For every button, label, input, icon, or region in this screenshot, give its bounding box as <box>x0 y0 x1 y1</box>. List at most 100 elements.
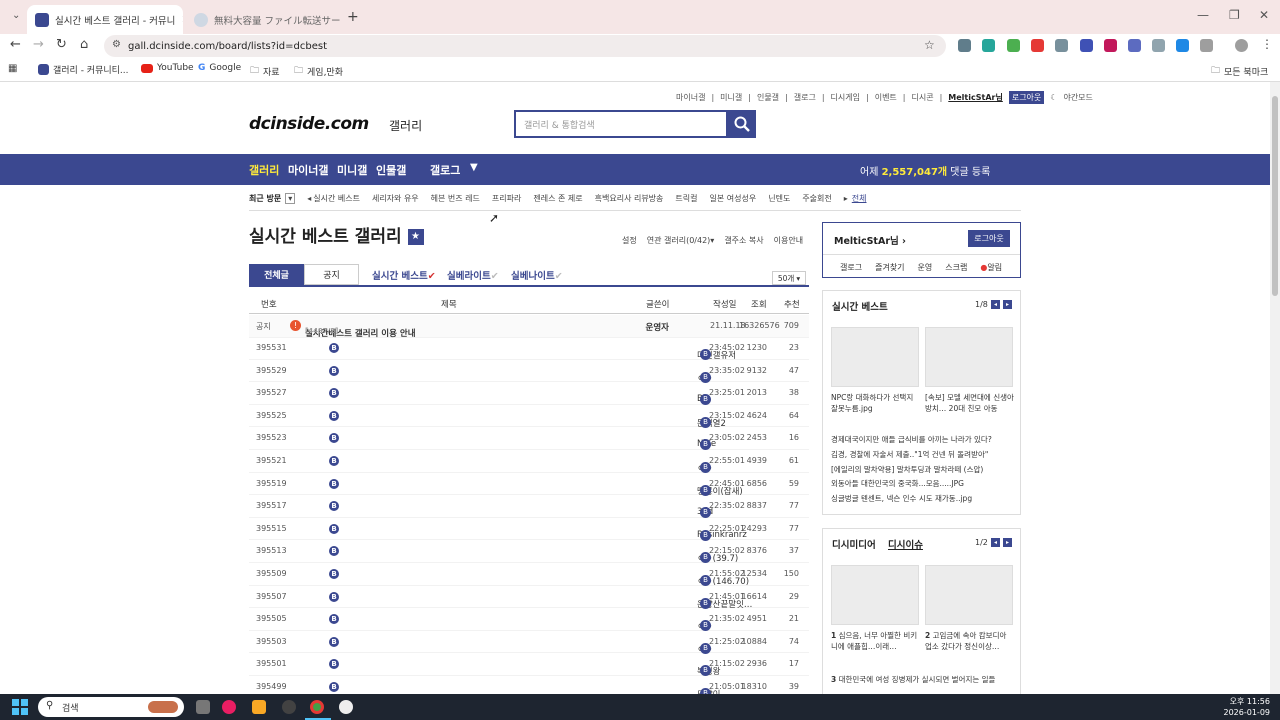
table-row[interactable]: 395503B[싱갤] 불교불교…조선시대의 불교 스폰서들… [85]ㅇㅇB2… <box>249 631 809 655</box>
thumbnail-image[interactable] <box>925 565 1013 625</box>
guide-link[interactable]: 이용안내 <box>774 235 803 246</box>
search-button[interactable] <box>727 110 756 138</box>
menu-alarm[interactable]: ●알림 <box>980 262 1002 273</box>
sub-tab-realtime[interactable]: 실시간 베스트✔ <box>372 268 436 282</box>
dark-mode-toggle[interactable]: 야간모드 <box>1063 92 1092 103</box>
best-list-item[interactable]: 싱글벙글 텐센트, 넥슨 인수 시도 재가동..jpg <box>831 492 1015 507</box>
nav-minor[interactable]: 마이너갤 <box>288 162 328 178</box>
table-row[interactable]: 395523B[야갤] 이란 민심 폭발·혁명수비대 투입…정권 위기 [83]… <box>249 427 809 451</box>
notice-row[interactable]: 공지 ! 실시간베스트 갤러리 이용 안내 [4497/2] 운영자 21.11… <box>249 315 809 339</box>
extension-icon[interactable] <box>982 39 995 52</box>
nav-more-icon[interactable]: ▼ <box>470 162 478 173</box>
related-gallery-link[interactable]: 연관 갤러리(0/42)▾ <box>647 235 715 246</box>
prev-icon[interactable]: ◂ <box>307 194 311 203</box>
browser-tab-active[interactable]: 실시간 베스트 갤러리 - 커뮤니 ✕ <box>27 5 183 34</box>
chrome-icon[interactable] <box>310 700 324 714</box>
thumbnail-image[interactable] <box>831 327 919 387</box>
site-logo[interactable]: dcinside.com <box>249 114 369 134</box>
extension-icon[interactable] <box>1080 39 1093 52</box>
new-tab-icon[interactable]: + <box>347 9 359 25</box>
table-row[interactable]: 395519B[야갤] NPC랑 대화하다가 선택지 잘못누름.jpg [98]… <box>249 473 809 497</box>
task-view-icon[interactable] <box>196 700 210 714</box>
extension-icon[interactable] <box>1007 39 1020 52</box>
extension-icon[interactable] <box>958 39 971 52</box>
bookmark-folder-game[interactable]: 🗀 게임,만화 <box>294 63 343 79</box>
table-row[interactable]: 395507B[특갤] 재미나이 무서워서 못쓰겠다 [223]운양산끝말잇…B… <box>249 586 809 610</box>
next-icon[interactable]: ▸ <box>844 194 848 203</box>
recent-item[interactable]: 일본 여성성우 <box>710 193 757 204</box>
extension-icon[interactable] <box>1104 39 1117 52</box>
thumbnail-image[interactable] <box>831 565 919 625</box>
recent-item[interactable]: 주술회전 <box>802 193 831 204</box>
taskbar-search[interactable]: ⚲ 검색 <box>38 697 184 717</box>
bookmark-gallery[interactable]: 갤러리 - 커뮤니티... <box>38 63 129 76</box>
tab-search-icon[interactable]: ⌄ <box>12 10 20 21</box>
app-icon[interactable] <box>282 700 296 714</box>
recent-item[interactable]: 헤븐 번즈 레드 <box>431 193 480 204</box>
next-page-icon[interactable]: ▸ <box>1003 538 1012 547</box>
recent-item[interactable]: 닌텐도 <box>768 193 790 204</box>
table-row[interactable]: 395531B[더갤] 윤 어저인 2300명 집회 신고 "20명도 안와서 … <box>249 337 809 361</box>
recent-item[interactable]: 젠레스 존 제로 <box>533 193 582 204</box>
table-row[interactable]: 395521B[싱갤] 싱글벙글 고양이 키우면 좋은 점 [87]ㅇㅇB22:… <box>249 450 809 474</box>
top-menu-link[interactable]: 미니갤 <box>720 92 742 103</box>
table-row[interactable]: 395513B[흑갤] 넷플 top7 진출자들 공식 인터뷰 떴네 [68]ㅇ… <box>249 540 809 564</box>
table-row[interactable]: 395509B[의갤] 의사놈들이 사이코패스인 이유.jpg [373]ㅇㅇ(… <box>249 563 809 587</box>
recent-all-link[interactable]: 전체 <box>852 193 867 204</box>
windows-start-icon[interactable] <box>12 699 28 715</box>
extensions-puzzle-icon[interactable] <box>1200 39 1213 52</box>
maximize-icon[interactable]: ❐ <box>1229 8 1240 22</box>
thumbnail-image[interactable] <box>925 327 1013 387</box>
dropdown-icon[interactable]: ▾ <box>285 192 296 204</box>
extension-icon[interactable] <box>1176 39 1189 52</box>
bookmark-star-icon[interactable]: ☆ <box>924 38 935 52</box>
bookmark-youtube[interactable]: YouTube <box>141 63 194 73</box>
thumb-caption[interactable]: [속보] 모델 세면대에 신생아 방치… 20대 친모 아동 <box>925 392 1015 414</box>
copilot-icon[interactable] <box>222 700 236 714</box>
file-explorer-icon[interactable] <box>252 700 266 714</box>
tab-all-posts[interactable]: 전체글 <box>249 264 304 285</box>
logo-subtitle[interactable]: 갤러리 <box>389 117 422 134</box>
media-item[interactable]: 2 고임금에 속아 캄보디아 업소 갔다가 정신이상… <box>925 630 1015 652</box>
forward-icon[interactable]: → <box>33 37 44 52</box>
recent-item[interactable]: 트릭컬 <box>675 193 697 204</box>
browser-menu-icon[interactable]: ⋮ <box>1261 37 1273 51</box>
profile-avatar[interactable] <box>1235 39 1248 52</box>
table-row[interactable]: 395505B[이갤] '악플 고소' 손담비, '성범죄' 시동생과 같은 변… <box>249 608 809 632</box>
bookmark-google[interactable]: G Google <box>198 63 241 73</box>
next-page-icon[interactable]: ▸ <box>1003 300 1012 309</box>
best-list-item[interactable]: 외동아들 대한민국의 중국화...모음.....JPG <box>831 477 1015 492</box>
menu-gallog[interactable]: 갤로그 <box>840 262 862 273</box>
all-bookmarks[interactable]: 🗀 모든 북마크 <box>1211 63 1268 79</box>
recent-item[interactable]: 프리파라 <box>492 193 521 204</box>
logout-button[interactable]: 로그아웃 <box>1008 91 1045 104</box>
top-menu-link[interactable]: 인물갤 <box>757 92 779 103</box>
nav-person[interactable]: 인물갤 <box>376 162 406 178</box>
back-icon[interactable]: ← <box>10 37 21 52</box>
home-icon[interactable]: ⌂ <box>80 37 88 52</box>
table-row[interactable]: 395525B[중갤] 속보) 재판부 13일 추가기일 제안 [106]문석열… <box>249 405 809 429</box>
best-list-item[interactable]: [에일리의 말차약용] 말차투딩과 말차라떼 (스압) <box>831 463 1015 478</box>
menu-favorites[interactable]: 즐겨찾기 <box>875 262 904 273</box>
top-menu-link[interactable]: 마이너갤 <box>676 92 705 103</box>
best-list-item[interactable]: 김경, 경찰에 자술서 제출.."1억 건넨 뒤 돌려받아" <box>831 448 1015 463</box>
bookmark-folder-data[interactable]: 🗀 자료 <box>250 63 280 79</box>
nav-gallery[interactable]: 갤러리 <box>249 162 279 178</box>
search-input[interactable]: 갤러리 & 통합검색 <box>514 110 728 138</box>
browser-tab-inactive[interactable]: 無料大容量 ファイル転送サービ ✕ <box>186 5 341 34</box>
extension-icon[interactable] <box>1128 39 1141 52</box>
per-page-select[interactable]: 50개 ▾ <box>772 271 806 285</box>
post-writer[interactable]: 운영자 <box>579 321 669 333</box>
table-row[interactable]: 395517B[부갤] 일본에 급발진 사고가 없는.. 이유 ..jpg [1… <box>249 495 809 519</box>
settings-link[interactable]: 설정 <box>622 235 637 246</box>
recent-item[interactable]: 실시간 베스트 <box>313 193 360 204</box>
apps-grid-icon[interactable]: ▦ <box>8 63 17 74</box>
table-row[interactable]: 395501B[스갤] 잔재주님 재능기부 후기 [35]복싱왕B21:15:0… <box>249 653 809 677</box>
extension-icon[interactable] <box>1031 39 1044 52</box>
app-icon[interactable] <box>339 700 353 714</box>
top-menu-link[interactable]: 디시콘 <box>912 92 934 103</box>
reload-icon[interactable]: ↻ <box>56 37 67 52</box>
thumb-caption[interactable]: NPC랑 대화하다가 선택지 잘못누름.jpg <box>831 392 921 414</box>
nav-mini[interactable]: 미니갤 <box>337 162 367 178</box>
table-row[interactable]: 395527B[미갤] [단독] 한중회담 직전 서해 중국 구조물에 또 고무… <box>249 382 809 406</box>
